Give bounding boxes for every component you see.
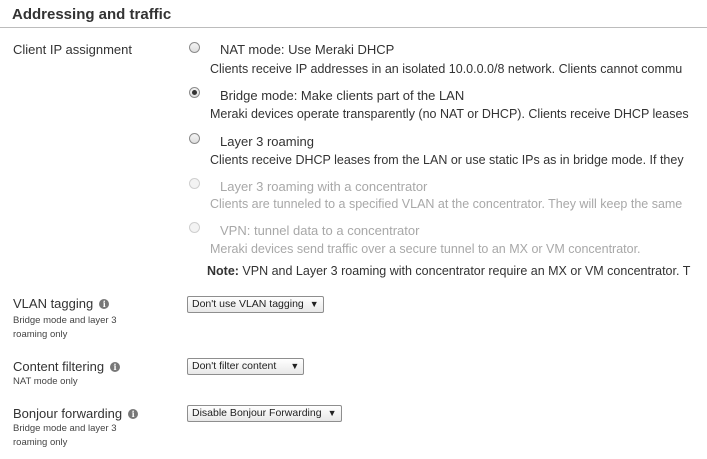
chevron-down-icon: ▼	[290, 361, 300, 371]
layer3-concentrator-radio	[189, 178, 200, 189]
section-divider	[0, 27, 707, 28]
vlan-tagging-value: Don't use VLAN tagging	[192, 298, 304, 310]
vpn-concentrator-description: Meraki devices send traffic over a secur…	[210, 242, 641, 256]
bridge-mode-description: Meraki devices operate transparently (no…	[210, 107, 689, 121]
content-filtering-label-text: Content filtering	[13, 359, 105, 374]
client-ip-assignment-label: Client IP assignment	[13, 42, 132, 57]
layer3-concentrator-description: Clients are tunneled to a specified VLAN…	[210, 197, 683, 211]
layer3-roaming-radio[interactable]	[189, 133, 200, 144]
layer3-concentrator-title: Layer 3 roaming with a concentrator	[220, 179, 428, 194]
bridge-mode-title[interactable]: Bridge mode: Make clients part of the LA…	[220, 88, 464, 103]
vpn-concentrator-radio	[189, 222, 200, 233]
nat-mode-description: Clients receive IP addresses in an isola…	[210, 62, 683, 76]
content-filtering-label: Content filtering i	[13, 359, 121, 374]
bridge-mode-radio[interactable]	[189, 87, 200, 98]
content-filtering-value: Don't filter content	[192, 360, 277, 372]
bonjour-forwarding-label-text: Bonjour forwarding	[13, 406, 123, 421]
bonjour-forwarding-label: Bonjour forwarding i	[13, 406, 139, 421]
nat-mode-radio[interactable]	[189, 42, 200, 53]
note-text: VPN and Layer 3 roaming with concentrato…	[238, 264, 691, 278]
vlan-tagging-label: VLAN tagging i	[13, 296, 110, 311]
content-filtering-select[interactable]: Don't filter content ▼	[187, 358, 305, 375]
concentrator-note: Note: VPN and Layer 3 roaming with conce…	[207, 264, 690, 278]
content-filtering-hint: NAT mode only	[13, 376, 78, 387]
chevron-down-icon: ▼	[309, 299, 319, 309]
layer3-roaming-description: Clients receive DHCP leases from the LAN…	[210, 153, 684, 167]
bonjour-forwarding-select[interactable]: Disable Bonjour Forwarding ▼	[187, 405, 342, 422]
note-label: Note:	[207, 264, 239, 278]
vpn-concentrator-title: VPN: tunnel data to a concentrator	[220, 223, 420, 238]
info-icon[interactable]: i	[99, 299, 110, 309]
nat-mode-title[interactable]: NAT mode: Use Meraki DHCP	[220, 42, 394, 57]
chevron-down-icon: ▼	[327, 408, 337, 418]
vlan-tagging-label-text: VLAN tagging	[13, 296, 94, 311]
section-title: Addressing and traffic	[12, 6, 172, 23]
layer3-roaming-title[interactable]: Layer 3 roaming	[220, 134, 314, 149]
bonjour-forwarding-hint: Bridge mode and layer 3 roaming only	[13, 423, 117, 448]
info-icon[interactable]: i	[110, 362, 121, 372]
vlan-tagging-hint: Bridge mode and layer 3 roaming only	[13, 315, 117, 340]
vlan-tagging-select[interactable]: Don't use VLAN tagging ▼	[187, 296, 324, 313]
addressing-and-traffic-panel: Addressing and traffic Client IP assignm…	[0, 0, 707, 459]
bonjour-forwarding-value: Disable Bonjour Forwarding	[192, 407, 322, 419]
info-icon[interactable]: i	[128, 409, 139, 419]
